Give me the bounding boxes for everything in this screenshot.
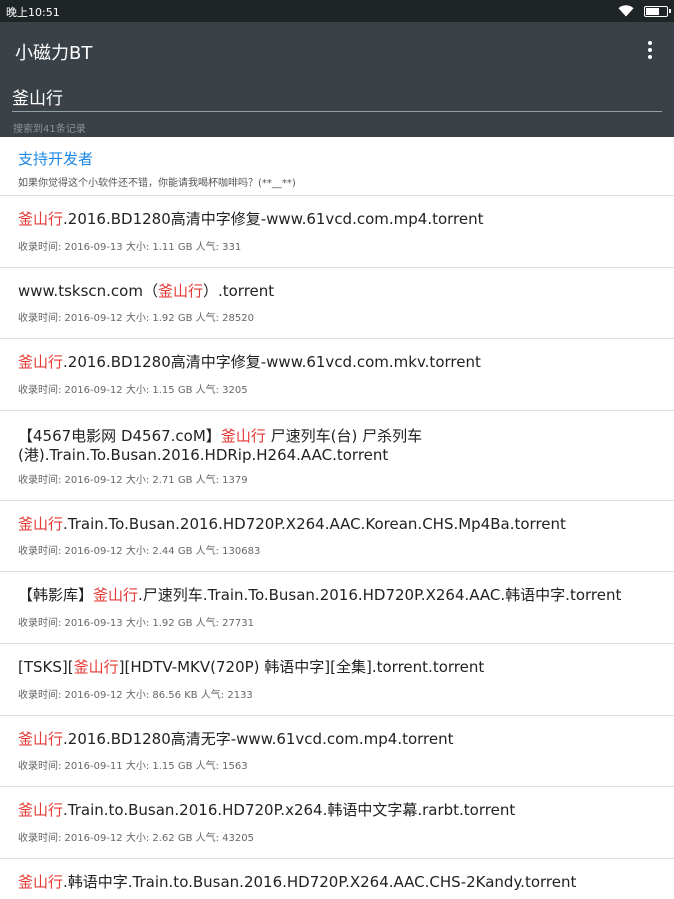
support-developer-title: 支持开发者: [18, 150, 94, 168]
search-keyword-highlight: 釜山行: [18, 353, 64, 372]
torrent-title-suffix: .2016.BD1280高清无字-www.61vcd.com.mp4.torre…: [63, 729, 454, 748]
battery-icon: [644, 5, 671, 17]
torrent-title: 釜山行.Train.to.Busan.2016.HD720P.x264.韩语中文…: [18, 801, 644, 820]
torrent-title-suffix: .尸速列车.Train.To.Busan.2016.HD720P.X264.AA…: [138, 586, 622, 605]
torrent-title: www.tskscn.com（釜山行）.torrent: [18, 282, 644, 301]
torrent-title-suffix: .Train.To.Busan.2016.HD720P.X264.AAC.Kor…: [63, 514, 566, 533]
torrent-title: 釜山行.2016.BD1280高清中字修复-www.61vcd.com.mkv.…: [18, 353, 644, 372]
status-icons: [618, 4, 671, 18]
torrent-result-item[interactable]: 【韩影库】釜山行.尸速列车.Train.To.Busan.2016.HD720P…: [0, 572, 674, 644]
torrent-title-suffix: .2016.BD1280高清中字修复-www.61vcd.com.mp4.tor…: [63, 210, 484, 228]
torrent-title-suffix: ）.torrent: [202, 281, 275, 300]
torrent-meta: 收录时间: 2016-09-12 大小: 2.71 GB 人气: 1379: [18, 474, 248, 486]
torrent-title-prefix: 【4567电影网 D4567.coM】: [18, 426, 221, 445]
torrent-title-prefix: [TSKS][: [18, 657, 74, 676]
app-title: 小磁力BT: [15, 43, 93, 64]
torrent-meta: 收录时间: 2016-09-12 大小: 1.92 GB 人气: 28520: [18, 313, 254, 325]
torrent-title: 釜山行.韩语中字.Train.to.Busan.2016.HD720P.X264…: [18, 873, 644, 892]
more-vert-icon-dot: [648, 55, 652, 59]
torrent-title: 釜山行.Train.To.Busan.2016.HD720P.X264.AAC.…: [18, 515, 644, 534]
torrent-title: 【4567电影网 D4567.coM】釜山行 尸速列车(台) 尸杀列车(港).T…: [18, 427, 644, 465]
more-vert-icon-dot: [648, 48, 652, 52]
search-input[interactable]: [12, 84, 662, 112]
torrent-meta: 收录时间: 2016-09-12 大小: 2.44 GB 人气: 130683: [18, 546, 261, 558]
more-options-button[interactable]: [640, 40, 660, 60]
torrent-title-prefix: www.tskscn.com（: [18, 281, 158, 300]
torrent-title-suffix: .2016.BD1280高清中字修复-www.61vcd.com.mkv.tor…: [63, 353, 481, 372]
search-keyword-highlight: 釜山行: [18, 514, 64, 533]
torrent-result-item[interactable]: 釜山行.2016.BD1280高清中字修复-www.61vcd.com.mkv.…: [0, 339, 674, 411]
torrent-result-item[interactable]: 釜山行.韩语中字.Train.to.Busan.2016.HD720P.X264…: [0, 859, 674, 899]
torrent-meta: 收录时间: 2016-09-11 大小: 1.15 GB 人气: 1563: [18, 761, 248, 773]
torrent-result-item[interactable]: 釜山行.Train.To.Busan.2016.HD720P.X264.AAC.…: [0, 501, 674, 573]
result-count: 搜索到41条记录: [13, 124, 86, 135]
torrent-title: 釜山行.2016.BD1280高清中字修复-www.61vcd.com.mp4.…: [18, 210, 644, 229]
status-bar: 晚上10:51: [0, 0, 674, 22]
search-keyword-highlight: 釜山行: [18, 801, 64, 820]
torrent-result-item[interactable]: 【4567电影网 D4567.coM】釜山行 尸速列车(台) 尸杀列车(港).T…: [0, 411, 674, 501]
torrent-result-item[interactable]: [TSKS][釜山行][HDTV-MKV(720P) 韩语中字][全集].tor…: [0, 644, 674, 716]
search-keyword-highlight: 釜山行: [18, 210, 64, 228]
torrent-result-item[interactable]: 釜山行.Train.to.Busan.2016.HD720P.x264.韩语中文…: [0, 787, 674, 859]
torrent-meta: 收录时间: 2016-09-13 大小: 1.11 GB 人气: 331: [18, 241, 242, 253]
support-developer-item[interactable]: 支持开发者 如果你觉得这个小软件还不错，你能请我喝杯咖啡吗？(**__**): [0, 137, 674, 196]
status-time: 晚上10:51: [6, 6, 60, 19]
search-keyword-highlight: 釜山行: [220, 426, 266, 445]
search-keyword-highlight: 釜山行: [73, 657, 119, 676]
torrent-result-item[interactable]: 釜山行.2016.BD1280高清无字-www.61vcd.com.mp4.to…: [0, 716, 674, 788]
search-keyword-highlight: 釜山行: [157, 281, 203, 300]
torrent-result-item[interactable]: www.tskscn.com（釜山行）.torrent 收录时间: 2016-09…: [0, 268, 674, 340]
torrent-title-prefix: 【韩影库】: [18, 586, 94, 605]
search-keyword-highlight: 釜山行: [18, 872, 64, 891]
torrent-title: 【韩影库】釜山行.尸速列车.Train.To.Busan.2016.HD720P…: [18, 586, 644, 605]
more-vert-icon-dot: [648, 41, 652, 45]
torrent-meta: 收录时间: 2016-09-12 大小: 1.15 GB 人气: 3205: [18, 384, 248, 396]
torrent-title-suffix: .Train.to.Busan.2016.HD720P.x264.韩语中文字幕.…: [63, 801, 516, 820]
torrent-meta: 收录时间: 2016-09-13 大小: 1.92 GB 人气: 27731: [18, 617, 254, 629]
torrent-result-item[interactable]: 釜山行.2016.BD1280高清中字修复-www.61vcd.com.mp4.…: [0, 196, 674, 268]
wifi-icon: [618, 5, 634, 17]
torrent-title: [TSKS][釜山行][HDTV-MKV(720P) 韩语中字][全集].tor…: [18, 658, 644, 677]
torrent-meta: 收录时间: 2016-09-12 大小: 86.56 KB 人气: 2133: [18, 689, 253, 701]
torrent-meta: 收录时间: 2016-09-12 大小: 2.62 GB 人气: 43205: [18, 832, 254, 844]
support-developer-subtitle: 如果你觉得这个小软件还不错，你能请我喝杯咖啡吗？(**__**): [18, 178, 296, 189]
search-keyword-highlight: 釜山行: [18, 729, 64, 748]
app-bar: 小磁力BT 搜索到41条记录: [0, 22, 674, 137]
result-list: 支持开发者 如果你觉得这个小软件还不错，你能请我喝杯咖啡吗？(**__**) 釜…: [0, 137, 674, 899]
torrent-title: 釜山行.2016.BD1280高清无字-www.61vcd.com.mp4.to…: [18, 730, 644, 749]
search-keyword-highlight: 釜山行: [93, 586, 139, 605]
torrent-title-suffix: ][HDTV-MKV(720P) 韩语中字][全集].torrent.torre…: [118, 657, 485, 676]
torrent-title-suffix: .韩语中字.Train.to.Busan.2016.HD720P.X264.AA…: [63, 872, 577, 891]
